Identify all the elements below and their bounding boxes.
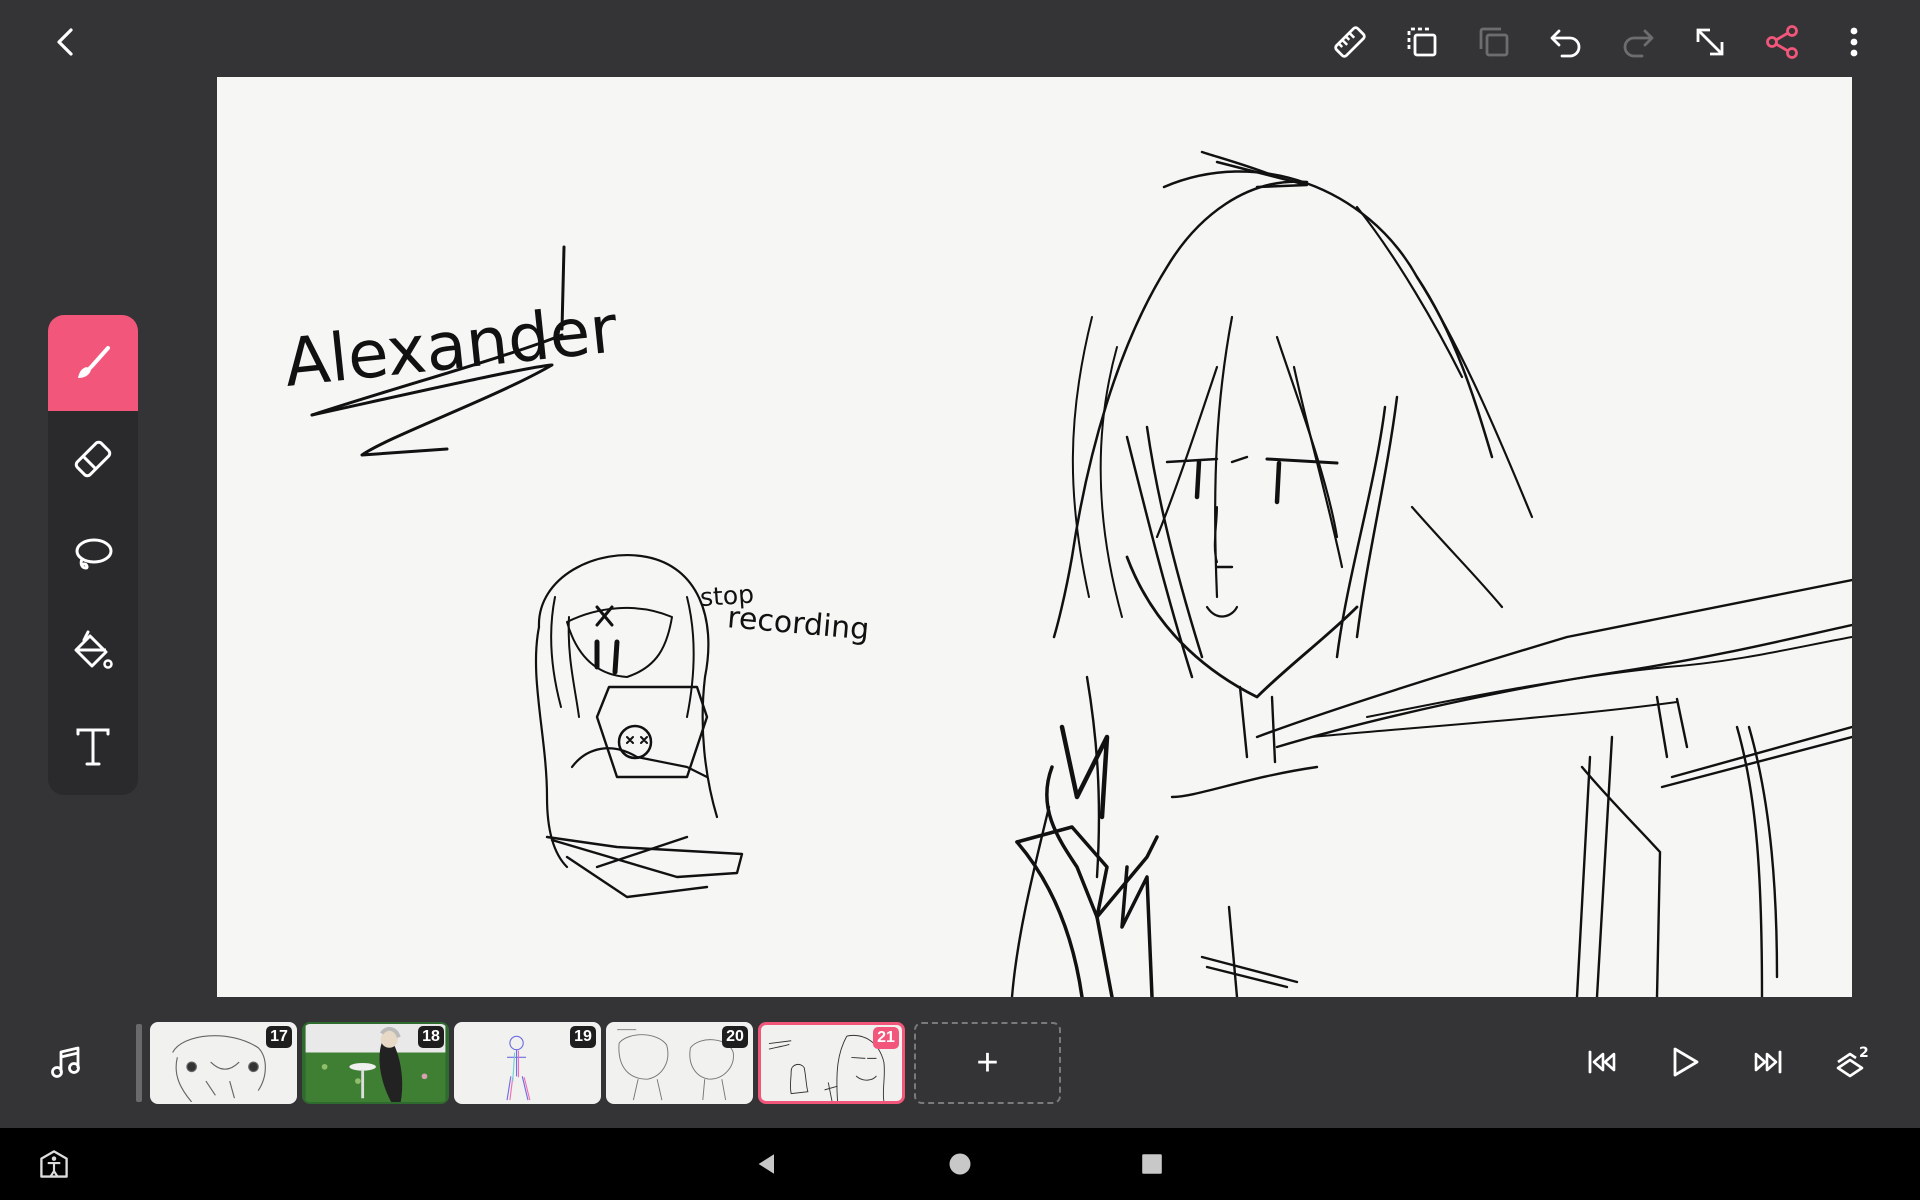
ruler-button[interactable]	[1322, 14, 1378, 70]
nav-back-button[interactable]	[745, 1142, 789, 1186]
nav-home-button[interactable]	[938, 1142, 982, 1186]
frame-thumbnail[interactable]: 19	[454, 1022, 601, 1104]
undo-icon	[1550, 29, 1581, 58]
top-toolbar	[0, 0, 1920, 78]
back-button[interactable]	[38, 14, 94, 70]
frame-thumbnail-active[interactable]: 21	[758, 1022, 905, 1104]
nav-home-icon	[949, 1153, 971, 1175]
resize-canvas-button[interactable]	[1682, 14, 1738, 70]
more-options-button[interactable]	[1826, 14, 1882, 70]
layers-button[interactable]: 2	[1824, 1034, 1880, 1090]
frame-thumbnail[interactable]: 20	[606, 1022, 753, 1104]
redo-icon	[1623, 29, 1654, 58]
play-icon	[1673, 1047, 1699, 1077]
frame-number: 21	[873, 1027, 899, 1049]
lasso-tool-button[interactable]	[48, 507, 138, 603]
frame-thumbnail[interactable]: 18	[302, 1022, 449, 1104]
add-frame-button[interactable]: +	[914, 1022, 1061, 1104]
frame-number: 19	[570, 1026, 596, 1048]
accessibility-button[interactable]	[32, 1142, 76, 1186]
fill-bucket-icon	[74, 630, 113, 669]
system-navigation-bar	[0, 1128, 1920, 1200]
add-frame-label: +	[976, 1041, 999, 1084]
audio-button[interactable]	[38, 1034, 94, 1090]
more-icon	[1850, 27, 1858, 57]
ruler-icon	[1334, 26, 1366, 58]
previous-frames-edge	[136, 1024, 142, 1102]
text-icon	[76, 728, 110, 766]
frame-number: 18	[418, 1026, 444, 1048]
flipaclip-editor: Alexander stop recording 17 18 19 20 21 …	[0, 0, 1920, 1200]
share-icon	[1766, 25, 1798, 59]
frame-number: 20	[722, 1026, 748, 1048]
brush-icon	[78, 346, 110, 378]
resize-icon	[1696, 28, 1724, 56]
copy-frame-icon	[1407, 27, 1437, 57]
first-frame-button[interactable]	[1574, 1034, 1630, 1090]
layers-count: 2	[1859, 1045, 1869, 1061]
share-button[interactable]	[1754, 14, 1810, 70]
eraser-tool-button[interactable]	[48, 411, 138, 507]
text-tool-button[interactable]	[48, 699, 138, 795]
paste-frame-icon	[1479, 27, 1509, 57]
play-button[interactable]	[1656, 1034, 1712, 1090]
nav-back-icon	[758, 1154, 774, 1174]
annotation-line2: recording	[726, 600, 871, 647]
frame-timeline: 17 18 19 20 21 + 2	[0, 1000, 1920, 1128]
frame-thumbnail[interactable]: 17	[150, 1022, 297, 1104]
eraser-icon	[74, 440, 112, 478]
back-icon	[57, 28, 73, 56]
drawing-canvas[interactable]: Alexander stop recording	[217, 77, 1852, 997]
paste-frame-button[interactable]	[1466, 14, 1522, 70]
undo-button[interactable]	[1538, 14, 1594, 70]
copy-frame-button[interactable]	[1394, 14, 1450, 70]
brush-tool-button[interactable]	[48, 315, 138, 411]
nav-recents-icon	[1142, 1154, 1162, 1174]
last-frame-button[interactable]	[1740, 1034, 1796, 1090]
layers-icon: 2	[1836, 1045, 1869, 1078]
accessibility-icon	[40, 1150, 68, 1178]
skip-to-end-icon	[1754, 1050, 1782, 1074]
fill-tool-button[interactable]	[48, 603, 138, 699]
tool-palette	[48, 315, 138, 795]
music-note-icon	[51, 1046, 80, 1078]
redo-button[interactable]	[1610, 14, 1666, 70]
nav-recents-button[interactable]	[1130, 1142, 1174, 1186]
canvas-drawing: Alexander stop recording	[281, 150, 1852, 997]
frame-number: 17	[266, 1026, 292, 1048]
lasso-icon	[75, 538, 113, 570]
skip-to-start-icon	[1588, 1050, 1616, 1074]
